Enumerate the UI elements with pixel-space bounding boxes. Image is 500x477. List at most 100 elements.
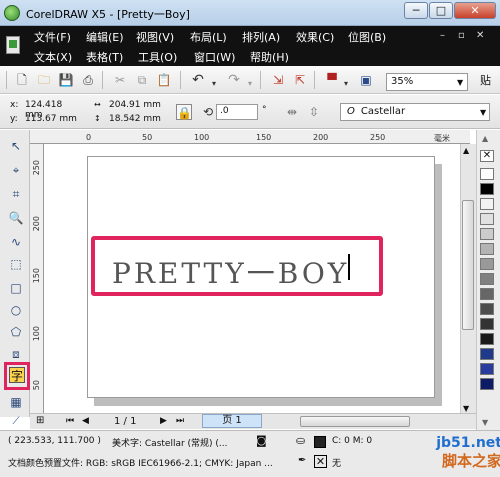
chevron-down-icon[interactable]: ▼ (457, 78, 463, 87)
menu-edit[interactable]: 编辑(E) (86, 29, 124, 45)
next-page-icon[interactable]: ▶ (160, 416, 167, 426)
fill-color-swatch[interactable] (314, 436, 326, 448)
palette-swatch[interactable] (480, 183, 494, 195)
menu-arrange[interactable]: 排列(A) (242, 29, 280, 45)
shape-tool-icon[interactable]: ⌖ (8, 162, 24, 178)
undo-icon[interactable]: ↶ (190, 72, 206, 88)
maximize-button[interactable]: □ (429, 2, 453, 19)
no-color-swatch-icon[interactable]: ✕ (480, 150, 494, 162)
mdi-close-button[interactable]: ✕ (476, 30, 484, 41)
palette-swatch[interactable] (480, 348, 494, 360)
font-name: Castellar (360, 106, 406, 117)
x-position-field[interactable]: 124.418 mm (22, 99, 80, 120)
smart-fill-tool-icon[interactable]: ⬚ (8, 256, 24, 272)
palette-swatch[interactable] (480, 273, 494, 285)
site-watermark: jb51.net 脚本之家 (412, 434, 500, 470)
zoom-level-select[interactable]: 35% (386, 73, 468, 91)
ellipse-tool-icon[interactable]: ○ (8, 302, 24, 318)
palette-swatch[interactable] (480, 333, 494, 345)
palette-swatch[interactable] (480, 363, 494, 375)
menu-view[interactable]: 视图(V) (136, 29, 174, 45)
mirror-vertical-icon[interactable]: ⇳ (306, 104, 322, 120)
mirror-horizontal-icon[interactable]: ⇹ (284, 104, 300, 120)
y-position-field[interactable]: 113.67 mm (22, 113, 80, 127)
rotation-angle-field[interactable]: .0 (216, 104, 258, 120)
toolbar-separator (260, 71, 261, 89)
new-document-icon[interactable]: 🗋 (14, 72, 30, 88)
zoom-tool-icon[interactable]: 🔍 (8, 210, 24, 226)
menu-text[interactable]: 文本(X) (34, 49, 72, 65)
snap-to-label[interactable]: 贴 (480, 72, 491, 88)
scroll-down-icon[interactable]: ▼ (463, 404, 469, 413)
dimension-tool-icon[interactable]: ⟋ (8, 414, 24, 430)
first-page-icon[interactable]: ⏮ (66, 416, 74, 426)
palette-swatch[interactable] (480, 318, 494, 330)
chevron-down-icon[interactable]: ▼ (480, 108, 486, 117)
crop-tool-icon[interactable]: ⌗ (8, 186, 24, 202)
artistic-text-object[interactable]: PRETTY一BOY (112, 252, 349, 292)
width-icon: ↔ (94, 100, 101, 109)
horizontal-scroll-thumb[interactable] (300, 416, 410, 427)
menu-layout[interactable]: 布局(L) (190, 29, 227, 45)
palette-swatch[interactable] (480, 258, 494, 270)
freehand-tool-icon[interactable]: ∿ (8, 234, 24, 250)
close-button[interactable]: ✕ (454, 2, 496, 19)
last-page-icon[interactable]: ⏭ (176, 416, 184, 426)
import-icon[interactable]: ⇲ (270, 72, 286, 88)
color-eyedropper-icon[interactable]: ◙ (256, 434, 267, 447)
document-color-profile[interactable]: 文档颜色预置文件: RGB: sRGB IEC61966-2.1; CMYK: … (8, 456, 273, 469)
font-list-select[interactable]: O Castellar (340, 103, 490, 121)
redo-dropdown-icon[interactable]: ▾ (242, 76, 258, 92)
palette-swatch[interactable] (480, 213, 494, 225)
rectangle-tool-icon[interactable]: □ (8, 280, 24, 296)
ruler-tick-label: 50 (142, 133, 153, 142)
print-icon[interactable]: ⎙ (80, 72, 96, 88)
paste-icon[interactable]: 📋 (156, 72, 172, 88)
palette-swatch[interactable] (480, 288, 494, 300)
menu-table[interactable]: 表格(T) (86, 49, 123, 65)
menu-bitmaps[interactable]: 位图(B) (348, 29, 386, 45)
launcher-dropdown-icon[interactable]: ▾ (338, 76, 354, 92)
menu-file[interactable]: 文件(F) (34, 29, 71, 45)
palette-swatch[interactable] (480, 168, 494, 180)
copy-icon[interactable]: ⧉ (134, 72, 150, 88)
pick-tool-icon[interactable]: ↖ (8, 138, 24, 154)
polygon-tool-icon[interactable]: ⬠ (8, 324, 24, 340)
palette-swatch[interactable] (480, 303, 494, 315)
page-tab[interactable]: 页 1 (202, 414, 262, 428)
palette-swatch[interactable] (480, 243, 494, 255)
redo-icon[interactable]: ↷ (226, 72, 242, 88)
width-field[interactable]: 204.91 mm (106, 99, 166, 113)
text-tool-icon[interactable]: 字 (9, 367, 25, 383)
no-outline-icon[interactable]: ✕ (314, 455, 327, 468)
mdi-restore-button[interactable]: ▫ (458, 30, 465, 41)
palette-scroll-down-icon[interactable]: ▼ (482, 418, 488, 427)
toolbar-separator (314, 71, 315, 89)
menu-tools[interactable]: 工具(O) (138, 49, 177, 65)
lock-ratio-icon[interactable]: 🔒 (176, 104, 192, 120)
prev-page-icon[interactable]: ◀ (82, 416, 89, 426)
basic-shapes-tool-icon[interactable]: ⧈ (8, 346, 24, 362)
height-field[interactable]: 18.542 mm (106, 113, 166, 127)
palette-swatch[interactable] (480, 228, 494, 240)
mdi-minimize-button[interactable]: – (440, 30, 445, 41)
menu-help[interactable]: 帮助(H) (250, 49, 289, 65)
table-tool-icon[interactable]: ▦ (8, 394, 24, 410)
vertical-scroll-thumb[interactable] (462, 200, 474, 330)
cut-icon[interactable]: ✂ (112, 72, 128, 88)
coreldraw-logo-icon (4, 5, 20, 21)
export-icon[interactable]: ⇱ (292, 72, 308, 88)
palette-swatch[interactable] (480, 378, 494, 390)
undo-dropdown-icon[interactable]: ▾ (206, 76, 222, 92)
toolbar-grip (6, 71, 7, 89)
welcome-screen-icon[interactable]: ▣ (358, 72, 374, 88)
palette-scroll-up-icon[interactable]: ▲ (482, 134, 488, 143)
minimize-button[interactable]: ─ (404, 2, 428, 19)
menu-window[interactable]: 窗口(W) (194, 49, 235, 65)
palette-swatch[interactable] (480, 198, 494, 210)
page-add-icon[interactable]: ⊞ (36, 415, 44, 426)
scroll-up-icon[interactable]: ▲ (463, 146, 469, 155)
menu-effects[interactable]: 效果(C) (296, 29, 334, 45)
save-icon[interactable]: 💾 (58, 72, 74, 88)
open-folder-icon[interactable]: 🗀 (36, 72, 52, 88)
